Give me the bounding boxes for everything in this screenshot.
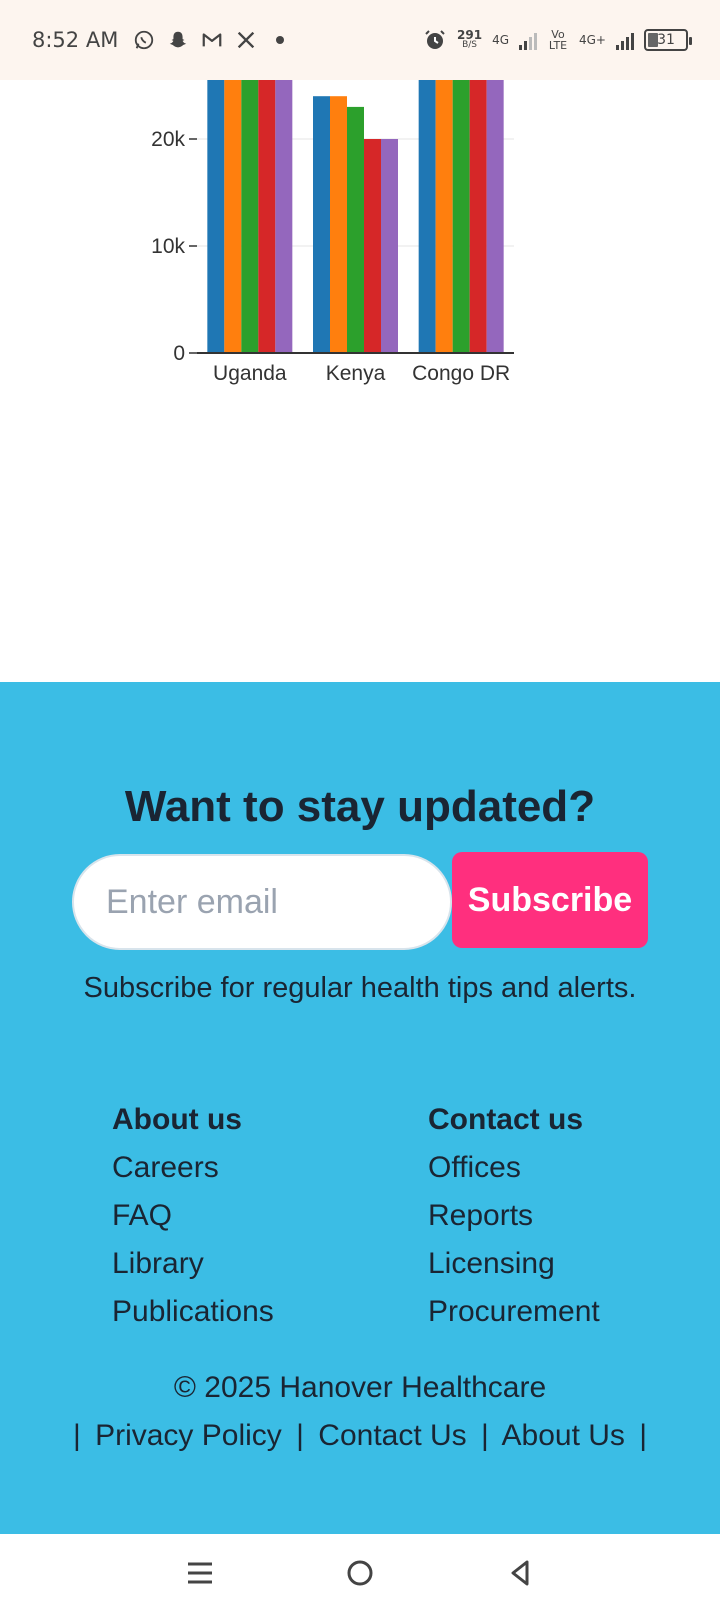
menu-icon[interactable] — [170, 1543, 230, 1603]
snapchat-icon — [166, 28, 190, 52]
bar[interactable] — [347, 106, 364, 354]
footer-link-reports[interactable]: Reports — [428, 1192, 600, 1240]
status-bar: 8:52 AM 291 B/S 4G Vo LTE 4G+ 31 — [0, 0, 720, 80]
alarm-icon — [423, 28, 447, 52]
status-time: 8:52 AM — [32, 28, 119, 52]
footer-link-licensing[interactable]: Licensing — [428, 1240, 600, 1288]
net-speed-value: 291 — [457, 28, 483, 42]
bar[interactable] — [224, 80, 242, 353]
footer-column-contact: Contact us Offices Reports Licensing Pro… — [428, 1096, 600, 1336]
bar[interactable] — [275, 80, 293, 353]
system-nav-bar — [0, 1534, 720, 1612]
dot-icon — [268, 28, 292, 52]
bar[interactable] — [486, 80, 504, 353]
bar[interactable] — [469, 80, 487, 353]
battery-icon: 31 — [644, 29, 692, 51]
footer-section: Want to stay updated? Subscribe Subscrib… — [0, 682, 720, 1534]
signal-icon-1 — [519, 30, 537, 50]
bar[interactable] — [452, 80, 470, 353]
footer-link-offices[interactable]: Offices — [428, 1144, 600, 1192]
bar[interactable] — [207, 80, 225, 353]
email-input[interactable] — [72, 854, 452, 950]
network-type-3: 4G+ — [579, 33, 606, 47]
footer-link-procurement[interactable]: Procurement — [428, 1288, 600, 1336]
back-icon[interactable] — [490, 1543, 550, 1603]
newsletter-subtitle: Subscribe for regular health tips and al… — [83, 972, 637, 1004]
bar[interactable] — [381, 139, 398, 353]
footer-link-careers[interactable]: Careers — [112, 1144, 274, 1192]
contact-us-link[interactable]: Contact Us — [318, 1419, 466, 1452]
bar[interactable] — [241, 80, 259, 353]
bar-chart: 0 10k 20k Uganda Kenya Congo DR — [0, 80, 720, 680]
newsletter-title: Want to stay updated? — [124, 782, 596, 831]
privacy-policy-link[interactable]: Privacy Policy — [95, 1419, 282, 1452]
x-tick-label: Congo DR — [412, 362, 510, 385]
subscribe-button[interactable]: Subscribe — [452, 852, 648, 948]
bar[interactable] — [435, 80, 453, 353]
bar-chart-svg: 0 10k 20k Uganda Kenya Congo DR — [151, 80, 514, 385]
x-icon — [234, 28, 258, 52]
network-type-2: Vo LTE — [548, 28, 568, 52]
x-tick-label: Kenya — [326, 362, 386, 385]
gmail-icon — [200, 28, 224, 52]
status-right: 291 B/S 4G Vo LTE 4G+ 31 — [423, 28, 692, 52]
bar[interactable] — [258, 80, 276, 353]
net-speed-unit: B/S — [462, 40, 477, 50]
whatsapp-icon — [132, 28, 156, 52]
network-type-1: 4G — [492, 33, 509, 47]
legal-separator: | — [481, 1419, 489, 1452]
net-speed: 291 B/S — [457, 28, 483, 50]
copyright-text: © 2025 Hanover Healthcare — [173, 1371, 547, 1404]
legal-links: | Privacy Policy | Contact Us | About Us… — [0, 1412, 720, 1460]
battery-level: 31 — [657, 32, 675, 48]
legal-separator: | — [639, 1419, 648, 1452]
about-us-link[interactable]: About Us — [502, 1419, 625, 1452]
bar[interactable] — [418, 80, 436, 353]
bar[interactable] — [364, 139, 381, 353]
bar[interactable] — [313, 96, 330, 353]
footer-link-faq[interactable]: FAQ — [112, 1192, 274, 1240]
y-tick-label: 0 — [173, 342, 185, 365]
footer-heading-contact[interactable]: Contact us — [428, 1096, 600, 1144]
signal-icon-2 — [616, 30, 634, 50]
footer-heading-about[interactable]: About us — [112, 1096, 274, 1144]
legal-separator: | — [296, 1419, 304, 1452]
y-tick-label: 20k — [151, 128, 185, 151]
footer-link-library[interactable]: Library — [112, 1240, 274, 1288]
home-icon[interactable] — [330, 1543, 390, 1603]
footer-column-about: About us Careers FAQ Library Publication… — [112, 1096, 274, 1336]
status-left: 8:52 AM — [32, 28, 292, 52]
y-tick-label: 10k — [151, 235, 185, 258]
x-tick-label: Uganda — [213, 362, 287, 385]
footer-link-publications[interactable]: Publications — [112, 1288, 274, 1336]
bar[interactable] — [330, 96, 347, 353]
legal-separator: | — [72, 1419, 81, 1452]
